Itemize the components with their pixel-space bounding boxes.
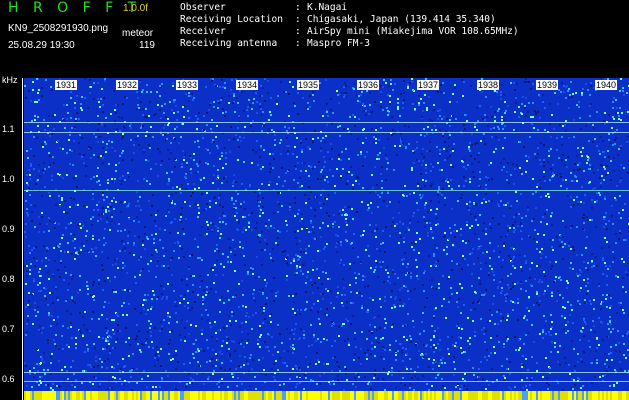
info-value-location: Chigasaki, Japan (139.414 35.340) <box>307 14 496 25</box>
info-key-observer: Observer <box>180 2 226 13</box>
version-label: 1.0.0f <box>123 3 149 14</box>
spectrogram-canvas <box>24 78 629 400</box>
info-value-observer: K.Nagai <box>307 2 348 13</box>
info-key-receiver: Receiver <box>180 26 226 37</box>
y-tick-label: 0.6 <box>2 374 15 384</box>
minute-label: 1936 <box>357 80 380 90</box>
info-key-antenna: Receiving antenna <box>180 38 278 49</box>
hrofft-window: H R O F F T 1.0.0f KN9_2508291930.png me… <box>0 0 629 400</box>
minute-label: 1935 <box>297 80 320 90</box>
spectrogram <box>24 78 629 400</box>
info-sep: : <box>295 38 301 49</box>
minute-label: 1940 <box>595 80 618 90</box>
minute-label: 1937 <box>417 80 440 90</box>
meteor-count: 119 <box>139 40 155 51</box>
carrier-line <box>24 372 629 373</box>
y-tick-label: 0.9 <box>2 224 15 234</box>
y-tick-label: 1.1 <box>2 124 15 134</box>
carrier-line <box>24 122 629 123</box>
y-tick-label: 0.7 <box>2 324 15 334</box>
file-name: KN9_2508291930.png <box>8 23 109 34</box>
y-axis-unit: kHz <box>2 75 18 85</box>
carrier-line <box>24 190 629 191</box>
meteor-label: meteor <box>122 28 154 39</box>
info-sep: : <box>295 26 301 37</box>
y-axis-line <box>22 78 23 400</box>
y-tick-label: 0.8 <box>2 274 15 284</box>
minute-label: 1931 <box>55 80 78 90</box>
info-sep: : <box>295 2 301 13</box>
minute-label: 1933 <box>176 80 199 90</box>
timestamp: 25.08.29 19:30 <box>8 40 75 51</box>
spectrogram-background <box>24 78 629 400</box>
minute-label: 1938 <box>477 80 500 90</box>
minute-label: 1934 <box>236 80 259 90</box>
info-value-receiver: AirSpy mini (Miakejima VOR 108.65MHz) <box>307 26 519 37</box>
minute-label: 1932 <box>116 80 139 90</box>
carrier-line <box>24 381 629 382</box>
info-sep: : <box>295 14 301 25</box>
y-tick-label: 1.0 <box>2 174 15 184</box>
app-title: H R O F F T <box>8 0 142 16</box>
bottom-strip <box>24 391 629 400</box>
carrier-line <box>24 132 629 133</box>
minute-label: 1939 <box>536 80 559 90</box>
info-value-antenna: Maspro FM-3 <box>307 38 370 49</box>
info-key-location: Receiving Location <box>180 14 283 25</box>
